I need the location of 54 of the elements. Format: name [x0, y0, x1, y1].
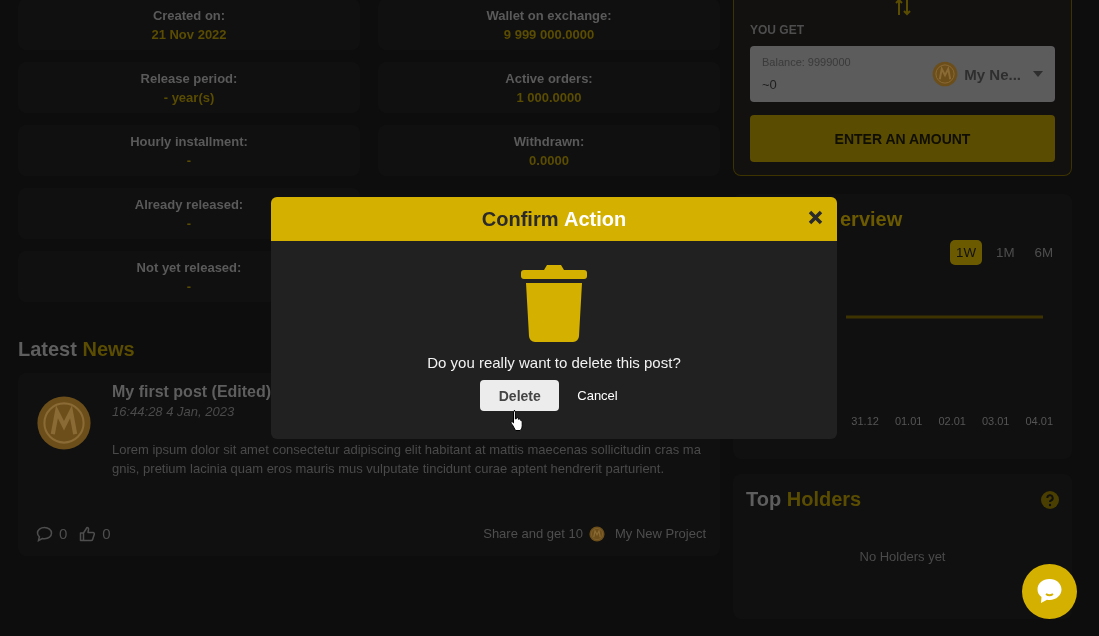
range-tab[interactable]: 6M [1028, 240, 1059, 265]
token-name: My New Project [614, 526, 706, 541]
section-heading: Latest News [18, 338, 136, 361]
stat-value: 9 999 000.0000 [503, 26, 595, 42]
chart-title: erview [840, 208, 903, 232]
close-icon[interactable] [808, 210, 823, 225]
stat-label: Active orders: [505, 70, 593, 86]
cancel-button[interactable]: Cancel [567, 382, 628, 409]
coin-icon [36, 395, 92, 451]
thumbs-up-icon[interactable] [79, 525, 97, 542]
post-time: 16:44:28 4 Jan, 2023 [112, 404, 235, 419]
enter-amount-button[interactable]: ENTER AN AMOUNT [750, 115, 1055, 162]
swap-arrows-icon[interactable] [894, 0, 911, 16]
delete-button[interactable]: Delete [480, 380, 560, 411]
stat-label: Created on: [152, 7, 226, 23]
axis-label: 01.01 [894, 415, 923, 427]
range-tab[interactable]: 1W [949, 240, 982, 265]
range-tab[interactable]: 1M [989, 240, 1021, 265]
stat-value: - year(s) [163, 89, 215, 105]
axis-label: 02.01 [938, 415, 966, 427]
stat-label: Not yet released: [136, 259, 242, 275]
hand-cursor-icon [510, 409, 524, 431]
coin-icon [588, 525, 605, 542]
trash-can-icon [521, 265, 587, 342]
field-label: YOU GET [750, 23, 805, 37]
stat-value: - [186, 278, 192, 294]
section-heading: Top Holders [746, 488, 862, 511]
share-reward-text: Share and get 10 [483, 526, 583, 541]
dialog-message: Do you really want to delete this post? [427, 354, 681, 371]
caret-icon [1033, 71, 1043, 77]
stat-label: Already released: [134, 196, 244, 212]
comment-icon[interactable] [36, 525, 53, 542]
stat-value: - [186, 215, 192, 231]
chat-button[interactable] [1022, 564, 1077, 619]
stat-value: 0.0000 [529, 152, 569, 168]
stat-value: - [186, 152, 192, 168]
axis-label: 04.01 [1025, 415, 1053, 427]
comment-count: 0 [59, 525, 68, 542]
post-body: Lorem ipsum dolor sit amet consectetur adipiscing elit habitant at mattis maecenas sollicitudin cras magnis, pretium lacinia quam eros mauris mus vulputate tincidunt curae aptent hendrerit parturient. [112, 441, 702, 478]
post-title: My first post (Edited) [112, 383, 272, 401]
help-icon[interactable] [1041, 490, 1059, 509]
stat-label: Release period: [140, 70, 238, 86]
stat-label: Wallet on exchange: [486, 7, 612, 23]
stat-value: 21 Nov 2022 [151, 26, 227, 42]
empty-message: No Holders yet [858, 549, 947, 564]
amount-value: ~0 [762, 77, 778, 92]
stat-value: 1 000.0000 [516, 89, 582, 105]
like-count: 0 [102, 525, 111, 542]
coin-icon [932, 61, 959, 87]
axis-label: 03.01 [981, 415, 1010, 427]
stat-label: Hourly installment: [130, 133, 248, 149]
axis-label: 31.12 [851, 415, 879, 427]
dialog-title: Confirm Action [481, 207, 627, 231]
stat-label: Withdrawn: [513, 133, 585, 149]
